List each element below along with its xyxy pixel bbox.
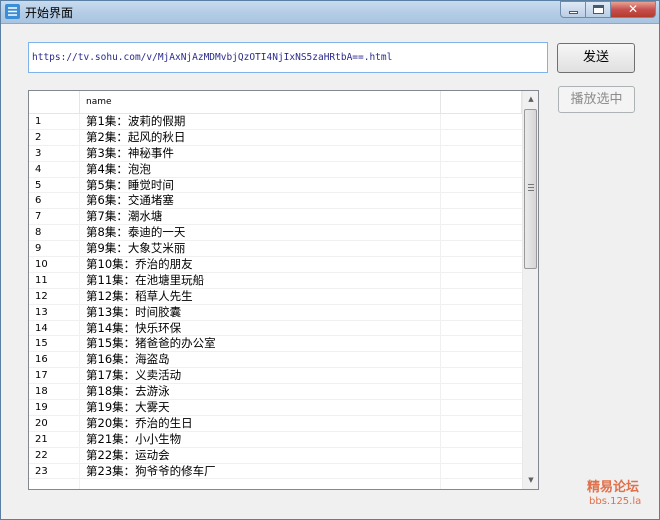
row-index: 2 (35, 131, 42, 143)
row-episode-name: 第13集：时间胶囊 (86, 304, 182, 319)
row-index: 10 (35, 259, 48, 271)
list-item[interactable]: 15 第15集：猪爸爸的办公室 (29, 336, 522, 353)
row-index: 14 (35, 322, 48, 334)
row-episode-name: 第21集：小小生物 (86, 431, 182, 446)
list-item[interactable]: 10 第10集：乔治的朋友 (29, 257, 522, 273)
row-index: 1 (35, 116, 42, 127)
list-item[interactable]: 3 第3集：神秘事件 (29, 146, 522, 162)
row-episode-name: 第22集：运动会 (86, 447, 170, 462)
column-header-empty[interactable] (441, 91, 522, 113)
scroll-up-arrow-icon[interactable]: ▲ (523, 91, 538, 108)
row-index: 7 (35, 211, 42, 223)
list-item[interactable]: 23 第23集：狗爷爷的修车厂 (29, 464, 522, 480)
row-index: 5 (35, 179, 42, 191)
row-episode-name: 第4集：泡泡 (86, 161, 151, 176)
row-index: 23 (35, 465, 48, 477)
row-index: 16 (35, 354, 48, 366)
row-index: 20 (35, 417, 48, 429)
list-item[interactable]: 1 第1集：波莉的假期 (29, 114, 522, 130)
row-episode-name: 第20集：乔治的生日 (86, 415, 193, 430)
row-episode-name: 第8集：泰迪的一天 (86, 225, 186, 240)
row-index: 17 (35, 370, 48, 382)
episode-list[interactable]: name 1 第1集：波莉的假期 2 第2集：起风的秋日 3 第3集：神秘事件 4 第4集：泡… (28, 90, 539, 490)
list-item[interactable]: 22 第22集：运动会 (29, 448, 522, 464)
row-index: 13 (35, 306, 48, 318)
list-item[interactable]: 17 第17集：义卖活动 (29, 368, 522, 385)
list-item[interactable]: 11 第11集：在池塘里玩船 (29, 273, 522, 289)
scroll-down-arrow-icon[interactable]: ▼ (523, 472, 538, 489)
list-item[interactable]: 2 第2集：起风的秋日 (29, 130, 522, 146)
row-index: 15 (35, 338, 48, 350)
minimize-icon (569, 11, 578, 14)
row-index: 19 (35, 402, 48, 414)
list-item[interactable]: 5 第5集：睡觉时间 (29, 178, 522, 194)
row-index: 6 (35, 195, 42, 207)
close-button[interactable]: ✕ (610, 1, 656, 18)
main-window: 开始界面 ✕ 发送 播放选中 name 1 第1集：波莉的假期 2 第2集：起风的秋日… (0, 0, 660, 520)
row-episode-name: 第10集：乔治的朋友 (86, 257, 193, 272)
grip-icon (528, 184, 534, 191)
row-episode-name: 第14集：快乐环保 (86, 320, 182, 335)
row-episode-name: 第3集：神秘事件 (86, 145, 174, 160)
row-index: 18 (35, 386, 48, 398)
column-header-name[interactable]: name (80, 91, 441, 113)
list-item[interactable]: 12 第12集：稻草人先生 (29, 289, 522, 305)
row-episode-name: 第18集：去游泳 (86, 384, 170, 399)
row-episode-name: 第6集：交通堵塞 (86, 193, 174, 208)
column-header-index[interactable] (29, 91, 80, 113)
list-item[interactable]: 13 第13集：时间胶囊 (29, 305, 522, 321)
window-title: 开始界面 (25, 6, 74, 20)
list-item[interactable]: 16 第16集：海盗岛 (29, 352, 522, 369)
watermark-url: bbs.125.la (589, 496, 642, 507)
list-item[interactable]: 6 第6集：交通堵塞 (29, 193, 522, 210)
forum-watermark: 精易论坛 bbs.125.la (587, 481, 641, 509)
row-episode-name: 第12集：稻草人先生 (86, 288, 193, 303)
list-item[interactable]: 19 第19集：大雾天 (29, 400, 522, 416)
row-episode-name: 第15集：猪爸爸的办公室 (86, 336, 216, 351)
maximize-icon (593, 5, 604, 14)
row-episode-name: 第19集：大雾天 (86, 400, 170, 415)
list-item[interactable]: 14 第14集：快乐环保 (29, 321, 522, 337)
row-episode-name: 第1集：波莉的假期 (86, 114, 186, 128)
row-index: 3 (35, 147, 42, 159)
row-index: 22 (35, 449, 48, 461)
row-episode-name: 第16集：海盗岛 (86, 352, 170, 367)
list-header: name (29, 91, 522, 114)
list-rows: 1 第1集：波莉的假期 2 第2集：起风的秋日 3 第3集：神秘事件 4 第4集：泡泡 5 第5集… (29, 114, 522, 480)
row-episode-name: 第23集：狗爷爷的修车厂 (86, 463, 216, 478)
vertical-scrollbar[interactable]: ▲ ▼ (522, 91, 538, 489)
list-item[interactable]: 21 第21集：小小生物 (29, 432, 522, 448)
list-item[interactable]: 20 第20集：乔治的生日 (29, 416, 522, 432)
row-index: 21 (35, 433, 48, 445)
row-episode-name: 第9集：大象艾米丽 (86, 241, 186, 256)
close-icon: ✕ (627, 2, 639, 16)
row-episode-name: 第11集：在池塘里玩船 (86, 272, 205, 287)
play-selected-button[interactable]: 播放选中 (558, 86, 635, 113)
list-item[interactable]: 7 第7集：潮水塘 (29, 209, 522, 226)
app-logo-icon (5, 4, 20, 19)
maximize-button[interactable] (585, 1, 611, 18)
list-item[interactable]: 8 第8集：泰迪的一天 (29, 225, 522, 242)
row-episode-name: 第2集：起风的秋日 (86, 129, 186, 144)
row-index: 4 (35, 163, 42, 175)
minimize-button[interactable] (560, 1, 586, 18)
row-episode-name: 第17集：义卖活动 (86, 368, 182, 383)
scroll-thumb[interactable] (524, 109, 537, 269)
list-item[interactable]: 4 第4集：泡泡 (29, 162, 522, 178)
send-button[interactable]: 发送 (557, 43, 635, 73)
row-index: 8 (35, 227, 42, 239)
title-bar[interactable]: 开始界面 ✕ (1, 1, 659, 24)
watermark-title: 精易论坛 (587, 480, 640, 495)
row-episode-name: 第5集：睡觉时间 (86, 177, 174, 192)
list-item[interactable]: 9 第9集：大象艾米丽 (29, 241, 522, 258)
row-index: 12 (35, 290, 48, 302)
url-input[interactable] (28, 42, 548, 73)
row-index: 11 (35, 274, 48, 286)
list-item[interactable]: 18 第18集：去游泳 (29, 384, 522, 401)
row-index: 9 (35, 243, 42, 255)
row-episode-name: 第7集：潮水塘 (86, 209, 163, 224)
